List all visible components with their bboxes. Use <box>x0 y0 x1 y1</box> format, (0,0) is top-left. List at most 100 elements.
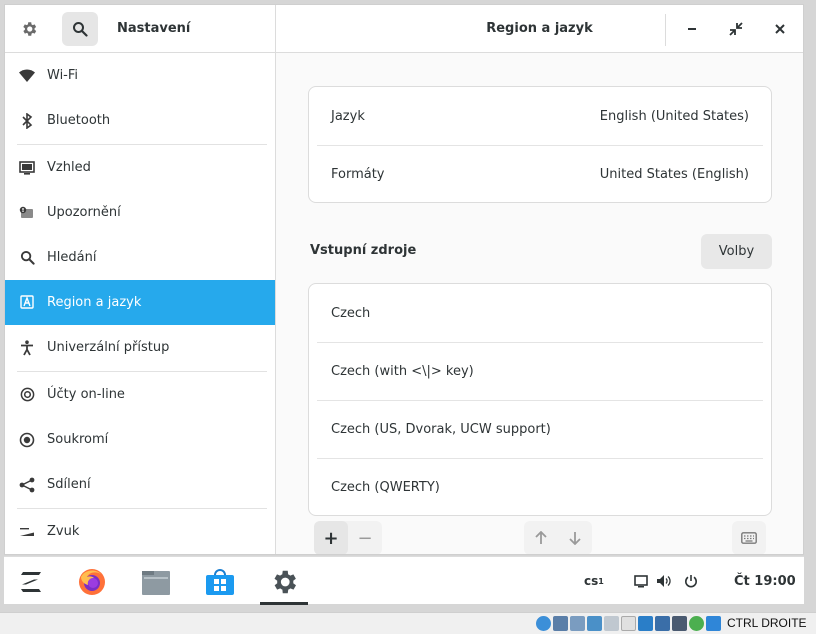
input-source-label: Czech (QWERTY) <box>331 479 440 495</box>
zorin-menu-icon <box>21 572 41 592</box>
keyboard-icon <box>741 532 757 544</box>
keyboard-layout-indicator[interactable]: cs 1 <box>584 557 604 605</box>
system-status-area[interactable] <box>634 557 698 605</box>
screen-icon <box>634 574 648 587</box>
input-source-item[interactable]: Czech (QWERTY) <box>309 458 771 516</box>
audio-device-icon[interactable] <box>570 616 585 631</box>
sidebar-item-bluetooth[interactable]: Bluetooth <box>5 98 275 143</box>
wifi-icon <box>18 67 36 85</box>
formats-row[interactable]: Formáty United States (English) <box>309 145 771 203</box>
input-source-item[interactable]: Czech <box>309 284 771 342</box>
sidebar-item-wifi[interactable]: Wi-Fi <box>5 53 275 98</box>
hard-disk-icon[interactable] <box>553 616 568 631</box>
keyboard-layout-code: cs <box>584 574 599 588</box>
sound-icon <box>18 523 36 541</box>
show-keyboard-layout-button[interactable] <box>732 521 766 554</box>
region-panel: Jazyk English (United States) Formáty Un… <box>276 53 803 554</box>
host-key-label: CTRL DROITE <box>727 616 807 630</box>
usb-icon[interactable] <box>604 616 619 631</box>
firefox-button[interactable] <box>74 565 110 599</box>
sidebar-item-label: Účty on-line <box>47 387 125 402</box>
language-value: English (United States) <box>599 108 749 124</box>
language-row[interactable]: Jazyk English (United States) <box>309 87 771 145</box>
power-icon <box>685 575 697 588</box>
search-toggle-button[interactable] <box>62 12 98 46</box>
clock: Čt 19:00 <box>734 573 796 589</box>
shared-folder-icon[interactable] <box>621 616 636 631</box>
options-button[interactable]: Volby <box>701 234 772 269</box>
bluetooth-icon <box>18 112 36 130</box>
sidebar-item-label: Univerzální přístup <box>47 340 170 355</box>
sidebar-item-region[interactable]: Region a jazyk <box>5 280 275 325</box>
settings-menu-button[interactable] <box>11 12 47 46</box>
sidebar-item-label: Region a jazyk <box>47 295 142 310</box>
sidebar-item-online-accounts[interactable]: Účty on-line <box>5 372 275 417</box>
input-source-item[interactable]: Czech (US, Dvorak, UCW support) <box>309 400 771 458</box>
input-sources-title: Vstupní zdroje <box>310 243 417 258</box>
software-store-icon <box>206 569 234 595</box>
display-icon[interactable] <box>638 616 653 631</box>
sidebar-item-search[interactable]: Hledání <box>5 235 275 280</box>
input-source-label: Czech (US, Dvorak, UCW support) <box>331 421 551 437</box>
online-accounts-icon <box>18 386 36 404</box>
input-source-item[interactable]: Czech (with <\|> key) <box>309 342 771 400</box>
vm-status-bar: CTRL DROITE <box>0 612 816 634</box>
optical-drive-icon[interactable] <box>536 616 551 631</box>
move-up-button[interactable] <box>524 521 558 554</box>
settings-icon <box>274 570 296 594</box>
sidebar-item-label: Bluetooth <box>47 113 111 128</box>
settings-window: Nastavení Region a jazyk Wi-Fi Bluetooth… <box>4 4 804 555</box>
move-down-button[interactable] <box>558 521 592 554</box>
firefox-icon <box>79 569 105 595</box>
restore-icon <box>729 22 743 36</box>
arrow-up-icon <box>535 531 547 544</box>
network-icon[interactable] <box>587 616 602 631</box>
accessibility-icon <box>18 339 36 357</box>
restore-button[interactable] <box>724 17 748 41</box>
video-capture-icon[interactable] <box>655 616 670 631</box>
add-input-source-button[interactable]: + <box>314 521 348 554</box>
privacy-icon <box>18 431 36 449</box>
sidebar-item-label: Vzhled <box>47 160 91 175</box>
clock-button[interactable]: Čt 19:00 <box>734 557 796 605</box>
sidebar-item-privacy[interactable]: Soukromí <box>5 417 275 462</box>
formats-value: United States (English) <box>599 166 749 182</box>
sidebar-header: Nastavení <box>5 5 276 53</box>
page-header: Region a jazyk <box>276 5 803 53</box>
minimize-button[interactable] <box>680 17 704 41</box>
taskbar: cs 1 Čt 19:00 <box>4 556 804 605</box>
language-label: Jazyk <box>331 108 365 124</box>
search-icon <box>18 249 36 267</box>
active-app-indicator <box>260 602 308 605</box>
vm-device-icons <box>536 616 721 631</box>
sidebar-item-accessibility[interactable]: Univerzální přístup <box>5 325 275 370</box>
sidebar: Wi-Fi Bluetooth Vzhled Upozornění Hledán… <box>5 53 276 554</box>
display-icon <box>18 159 36 177</box>
mouse-integration-icon[interactable] <box>706 616 721 631</box>
remove-input-source-button[interactable]: − <box>348 521 382 554</box>
sidebar-item-notifications[interactable]: Upozornění <box>5 190 275 235</box>
sidebar-item-sharing[interactable]: Sdílení <box>5 462 275 507</box>
close-icon <box>775 24 785 34</box>
files-icon <box>142 571 170 595</box>
guest-additions-icon[interactable] <box>689 616 704 631</box>
sidebar-item-label: Zvuk <box>47 524 80 539</box>
volume-icon <box>657 575 671 587</box>
sidebar-item-label: Sdílení <box>47 477 91 492</box>
files-button[interactable] <box>138 565 174 599</box>
sidebar-item-label: Hledání <box>47 250 97 265</box>
sidebar-item-sound[interactable]: Zvuk <box>5 509 275 554</box>
sidebar-item-label: Soukromí <box>47 432 109 447</box>
notification-icon <box>18 204 36 222</box>
software-store-button[interactable] <box>202 565 238 599</box>
sidebar-item-appearance[interactable]: Vzhled <box>5 145 275 190</box>
cpu-icon[interactable] <box>672 616 687 631</box>
input-source-label: Czech <box>331 305 371 321</box>
search-icon <box>73 22 88 37</box>
input-source-label: Czech (with <\|> key) <box>331 363 474 379</box>
close-button[interactable] <box>768 17 792 41</box>
zorin-menu-button[interactable] <box>14 565 50 599</box>
settings-app-button[interactable] <box>266 565 302 599</box>
minimize-icon <box>688 28 696 30</box>
app-title: Nastavení <box>117 21 191 36</box>
